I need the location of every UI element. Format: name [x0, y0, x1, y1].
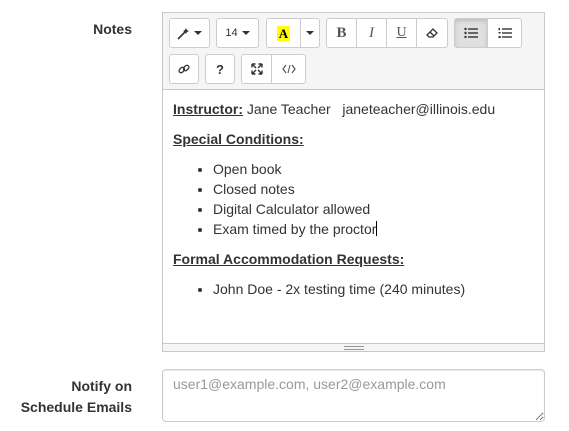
- editor-content-area[interactable]: Instructor: Jane Teacher janeteacher@ill…: [163, 91, 544, 343]
- font-size-dropdown-button[interactable]: 14: [216, 18, 259, 48]
- special-conditions-heading-text: Special Conditions:: [173, 131, 304, 147]
- underline-button[interactable]: U: [387, 18, 417, 48]
- list-item: John Doe - 2x testing time (240 minutes): [213, 279, 534, 299]
- chevron-down-icon: [306, 31, 314, 35]
- instructor-label: Instructor:: [173, 101, 243, 117]
- highlight-color-icon: A: [276, 25, 291, 41]
- notes-rich-text-editor: 14 A B I U ? Instructor: Jane Teacher ja…: [162, 12, 545, 352]
- list-item: Digital Calculator allowed: [213, 199, 534, 219]
- ordered-list-button[interactable]: [488, 18, 522, 48]
- special-conditions-heading: Special Conditions:: [173, 129, 534, 149]
- bulleted-list-icon: [464, 27, 478, 39]
- list-item-text: Open book: [213, 161, 282, 177]
- highlight-color-button[interactable]: A: [266, 18, 301, 48]
- editor-toolbar: 14 A B I U ?: [163, 13, 544, 90]
- clear-formatting-button[interactable]: [417, 18, 448, 48]
- magic-wand-icon: [177, 27, 189, 40]
- list-item: Closed notes: [213, 179, 534, 199]
- numbered-list-icon: [498, 28, 512, 38]
- code-icon: [281, 64, 296, 74]
- expand-icon: [250, 63, 263, 75]
- italic-button[interactable]: I: [357, 18, 387, 48]
- notify-emails-label: Notify on Schedule Emails: [10, 376, 132, 418]
- link-icon: [178, 64, 190, 74]
- formal-accommodation-heading: Formal Accommodation Requests:: [173, 249, 534, 269]
- eraser-icon: [426, 28, 438, 38]
- bold-icon: B: [336, 24, 347, 41]
- notify-label-line1: Notify on: [71, 378, 132, 394]
- list-item-text: Digital Calculator allowed: [213, 201, 371, 217]
- list-item-text: Exam timed by the proctor: [213, 221, 377, 237]
- unordered-list-button[interactable]: [454, 18, 488, 48]
- notify-label-line2: Schedule Emails: [20, 399, 132, 415]
- text-cursor: [376, 221, 378, 236]
- italic-icon: I: [369, 24, 374, 41]
- formal-accommodation-heading-text: Formal Accommodation Requests:: [173, 251, 405, 267]
- help-button[interactable]: ?: [205, 54, 235, 84]
- instructor-line: Instructor: Jane Teacher janeteacher@ill…: [173, 99, 534, 119]
- formal-accommodation-list: John Doe - 2x testing time (240 minutes): [173, 279, 534, 299]
- fullscreen-button[interactable]: [241, 54, 272, 84]
- chevron-down-icon: [194, 31, 202, 35]
- editor-resize-handle[interactable]: [163, 343, 544, 351]
- list-item-text: Closed notes: [213, 181, 295, 197]
- special-conditions-list: Open book Closed notes Digital Calculato…: [173, 159, 534, 239]
- instructor-value: Jane Teacher janeteacher@illinois.edu: [243, 101, 496, 117]
- insert-link-button[interactable]: [169, 54, 199, 84]
- list-item: Open book: [213, 159, 534, 179]
- notes-label: Notes: [93, 21, 132, 37]
- underline-icon: U: [396, 25, 407, 40]
- list-item: Exam timed by the proctor: [213, 219, 534, 239]
- style-dropdown-button[interactable]: [169, 18, 210, 48]
- grip-icon: [343, 345, 364, 350]
- highlight-color-dropdown-button[interactable]: [301, 18, 320, 48]
- bold-button[interactable]: B: [326, 18, 357, 48]
- notify-emails-input[interactable]: [162, 369, 545, 422]
- code-view-button[interactable]: [272, 54, 306, 84]
- help-icon: ?: [216, 61, 224, 77]
- font-size-value: 14: [225, 27, 238, 39]
- chevron-down-icon: [241, 31, 250, 35]
- list-item-text: John Doe - 2x testing time (240 minutes): [213, 281, 466, 297]
